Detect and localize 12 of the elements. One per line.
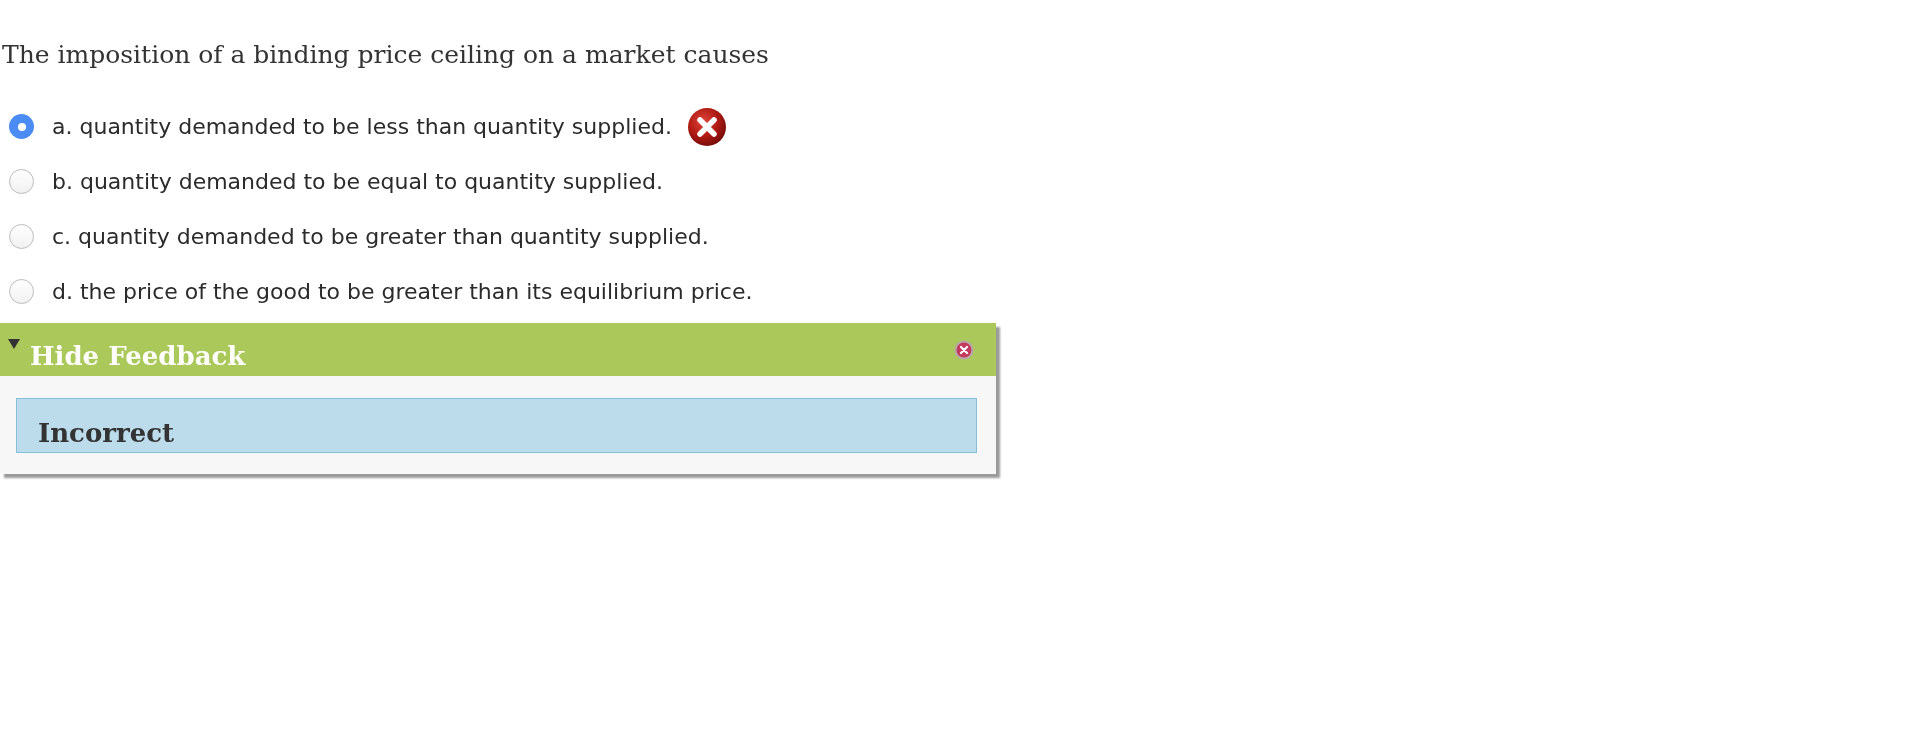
option-label[interactable]: a. quantity demanded to be less than quantity supplied. [52,114,672,139]
option-label[interactable]: d. the price of the good to be greater than its equilibrium price. [52,279,753,304]
radio-button[interactable] [9,224,34,249]
triangle-icon[interactable] [8,339,20,349]
question-text: The imposition of a binding price ceiling on a market causes [2,39,770,71]
option-label[interactable]: c. quantity demanded to be greater than quantity supplied. [52,224,709,249]
option-label[interactable]: b. quantity demanded to be equal to quantity supplied. [52,169,663,194]
radio-button[interactable] [9,279,34,304]
radio-button[interactable] [9,169,34,194]
verdict-text: Incorrect [38,418,175,448]
close-icon[interactable] [954,339,974,360]
radio-button[interactable] [9,114,34,139]
